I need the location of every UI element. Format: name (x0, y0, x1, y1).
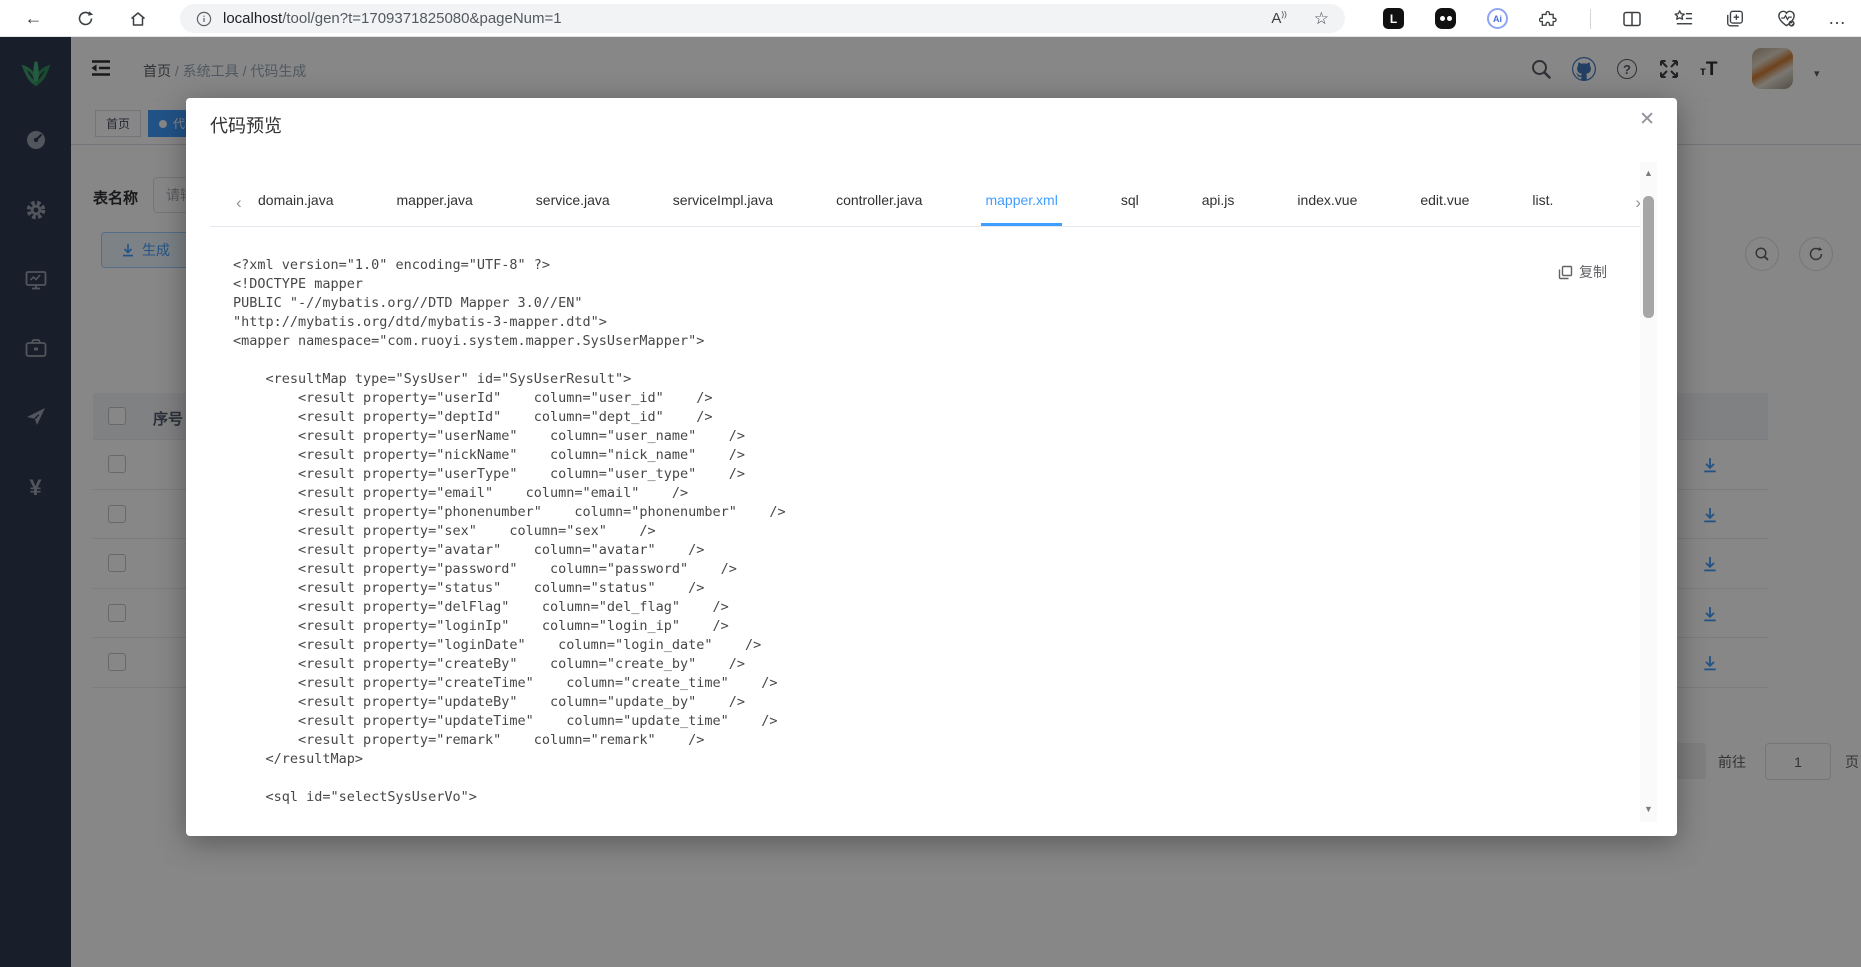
scroll-up-icon[interactable]: ▲ (1640, 168, 1657, 178)
refresh-icon (78, 11, 94, 26)
browser-extensions-row: L Ai … (1383, 0, 1847, 37)
site-info-icon[interactable] (196, 11, 212, 27)
read-aloud-icon[interactable]: A)) (1271, 10, 1286, 27)
url-domain: localhost (223, 10, 283, 27)
browser-back-button[interactable]: ← (21, 6, 46, 31)
tab-index.vue[interactable]: index.vue (1297, 192, 1357, 225)
tab-api.js[interactable]: api.js (1202, 192, 1235, 225)
browser-home-button[interactable] (125, 6, 150, 31)
copy-icon (1558, 265, 1573, 279)
copy-button[interactable]: 复制 (1558, 262, 1607, 282)
collections-add-icon[interactable] (1725, 9, 1745, 29)
back-icon: ← (24, 8, 43, 28)
dialog-title: 代码预览 (210, 116, 282, 136)
browser-refresh-button[interactable] (73, 6, 98, 31)
home-icon (130, 11, 145, 26)
app-root: ¥ 首页 / 系统工具 / 代码生成 ? тT ▾ 首页 表名称 请输入表名称 … (0, 37, 1861, 967)
more-options-icon[interactable]: … (1828, 8, 1847, 29)
tab-edit.vue[interactable]: edit.vue (1420, 192, 1469, 225)
tab-sql[interactable]: sql (1121, 192, 1139, 225)
l-extension-icon[interactable]: L (1383, 8, 1404, 29)
code-preview-dialog: 代码预览 ✕ ‹ domain.java mapper.java service.j… (186, 98, 1677, 836)
file-tab-bar: ‹ domain.java mapper.java service.java serv… (210, 183, 1649, 227)
url-text[interactable]: localhost/tool/gen?t=1709371825080&pageN… (223, 10, 562, 27)
tab-controller.java[interactable]: controller.java (836, 192, 922, 225)
tab-mapper.xml[interactable]: mapper.xml (981, 192, 1063, 226)
tab-mapper.java[interactable]: mapper.java (397, 192, 473, 225)
favorites-list-icon[interactable] (1673, 8, 1694, 29)
browser-essentials-icon[interactable] (1776, 8, 1797, 29)
modal-scrollbar[interactable]: ▲ ▼ (1640, 162, 1657, 822)
tab-domain.java[interactable]: domain.java (258, 192, 334, 225)
extensions-puzzle-icon[interactable] (1539, 9, 1559, 29)
address-bar[interactable]: localhost/tool/gen?t=1709371825080&pageN… (180, 4, 1345, 33)
scroll-down-icon[interactable]: ▼ (1640, 804, 1657, 814)
url-path: /tool/gen?t=1709371825080&pageNum=1 (282, 10, 562, 27)
ai-extension-icon[interactable]: Ai (1487, 8, 1508, 29)
scrollbar-thumb[interactable] (1643, 196, 1654, 318)
tab-serviceImpl.java[interactable]: serviceImpl.java (673, 192, 773, 225)
close-icon: ✕ (1639, 109, 1655, 130)
browser-toolbar: ← localhost/tool/gen?t=1709371825080&pag… (0, 0, 1861, 37)
dialog-close-button[interactable]: ✕ (1639, 108, 1655, 131)
dark-extension-icon[interactable] (1435, 8, 1456, 29)
tab-list.[interactable]: list. (1532, 192, 1553, 225)
favorite-star-icon[interactable]: ☆ (1314, 9, 1329, 29)
modal-tabs: domain.java mapper.java service.java servic… (258, 183, 1649, 226)
tabs-scroll-left-icon[interactable]: ‹ (236, 193, 242, 213)
code-block[interactable]: <?xml version="1.0" encoding="UTF-8" ?> … (233, 256, 786, 807)
tab-service.java[interactable]: service.java (536, 192, 610, 225)
toolbar-divider (1590, 8, 1591, 29)
split-screen-icon[interactable] (1622, 9, 1642, 29)
